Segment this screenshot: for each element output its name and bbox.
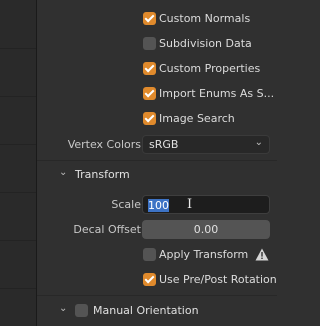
manual-orientation-section-header[interactable]: ⌄ Manual Orientation bbox=[37, 299, 277, 323]
section-divider bbox=[37, 295, 277, 296]
scale-row: Scale 100 I bbox=[37, 193, 277, 217]
apply-transform-row[interactable]: Apply Transform bbox=[37, 243, 277, 267]
custom-normals-checkbox[interactable] bbox=[143, 12, 156, 25]
manual-orientation-checkbox[interactable] bbox=[75, 304, 88, 317]
left-sidebar-strip bbox=[0, 0, 37, 326]
use-pre-post-rotation-checkbox[interactable] bbox=[143, 273, 156, 286]
subdivision-data-label: Subdivision Data bbox=[159, 37, 252, 50]
chevron-down-icon: ⌄ bbox=[59, 167, 68, 178]
custom-properties-checkbox[interactable] bbox=[143, 62, 156, 75]
custom-normals-row[interactable]: Custom Normals bbox=[37, 7, 277, 31]
decal-offset-row: Decal Offset 0.00 bbox=[37, 218, 277, 242]
scale-value: 100 bbox=[148, 199, 169, 212]
import-enums-label: Import Enums As S... bbox=[159, 87, 275, 100]
vertex-colors-value: sRGB bbox=[149, 138, 179, 151]
transform-section-header[interactable]: ⌄ Transform bbox=[37, 163, 277, 187]
strip-divider bbox=[0, 240, 36, 241]
scale-input[interactable]: 100 bbox=[142, 195, 270, 214]
import-enums-checkbox[interactable] bbox=[143, 87, 156, 100]
custom-properties-label: Custom Properties bbox=[159, 62, 261, 75]
apply-transform-checkbox[interactable] bbox=[143, 248, 156, 261]
chevron-down-icon: ⌄ bbox=[59, 303, 68, 314]
chevron-down-icon: ⌄ bbox=[254, 137, 263, 148]
image-search-label: Image Search bbox=[159, 112, 235, 125]
scale-label: Scale bbox=[111, 198, 141, 211]
image-search-row[interactable]: Image Search bbox=[37, 107, 277, 131]
vertex-colors-row: Vertex Colors sRGB ⌄ bbox=[37, 133, 277, 157]
text-cursor-icon: I bbox=[187, 197, 193, 212]
strip-divider bbox=[0, 288, 36, 289]
manual-orientation-title: Manual Orientation bbox=[93, 304, 199, 317]
use-pre-post-rotation-label: Use Pre/Post Rotation bbox=[159, 273, 277, 286]
vertex-colors-select[interactable]: sRGB ⌄ bbox=[142, 135, 270, 154]
decal-offset-input[interactable]: 0.00 bbox=[142, 220, 270, 239]
custom-properties-row[interactable]: Custom Properties bbox=[37, 57, 277, 81]
section-divider bbox=[37, 160, 277, 161]
use-pre-post-rotation-row[interactable]: Use Pre/Post Rotation bbox=[37, 268, 277, 292]
strip-divider bbox=[0, 96, 36, 97]
decal-offset-label: Decal Offset bbox=[73, 223, 141, 236]
subdivision-data-row[interactable]: Subdivision Data bbox=[37, 32, 277, 56]
subdivision-data-checkbox[interactable] bbox=[143, 37, 156, 50]
warning-icon bbox=[255, 248, 269, 261]
transform-section-title: Transform bbox=[75, 168, 130, 181]
strip-divider bbox=[0, 192, 36, 193]
apply-transform-label: Apply Transform bbox=[159, 248, 249, 261]
strip-divider bbox=[0, 48, 36, 49]
custom-normals-label: Custom Normals bbox=[159, 12, 251, 25]
vertex-colors-label: Vertex Colors bbox=[67, 138, 141, 151]
import-settings-panel: Custom Normals Subdivision Data Custom P… bbox=[37, 0, 277, 326]
image-search-checkbox[interactable] bbox=[143, 112, 156, 125]
strip-divider bbox=[0, 144, 36, 145]
import-enums-row[interactable]: Import Enums As S... bbox=[37, 82, 277, 106]
